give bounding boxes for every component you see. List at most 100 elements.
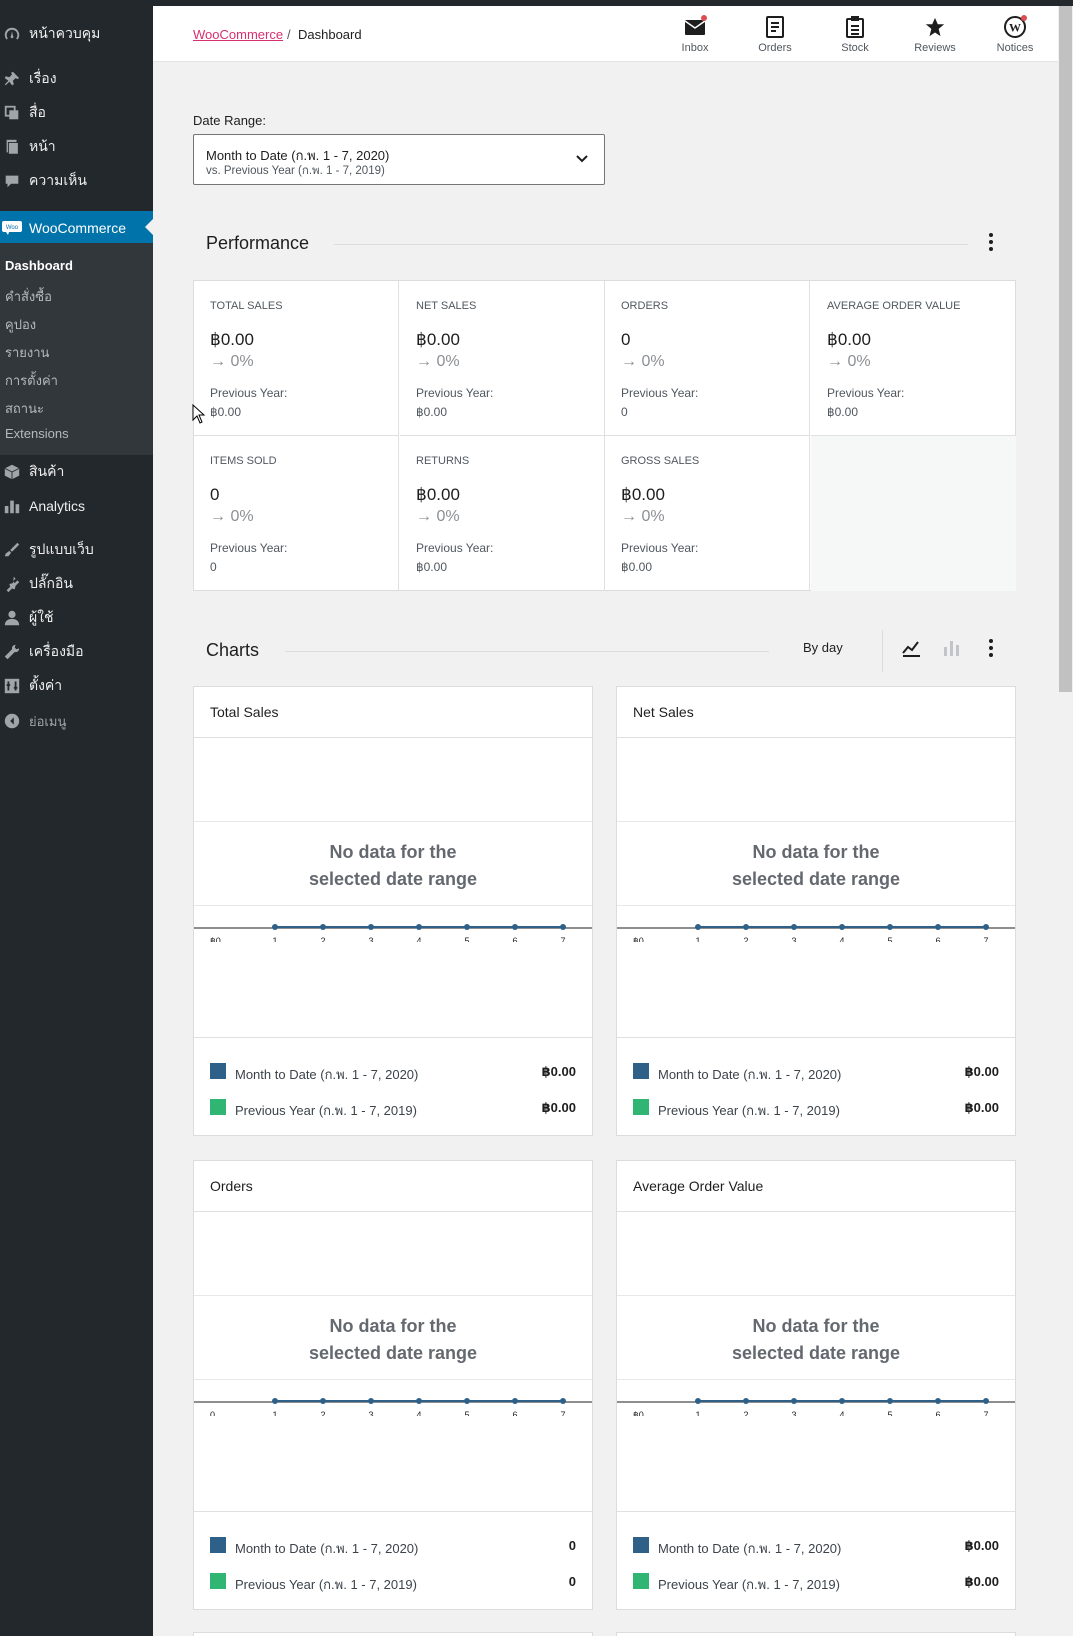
legend-swatch bbox=[210, 1537, 226, 1553]
data-point[interactable] bbox=[887, 924, 893, 930]
data-point[interactable] bbox=[887, 1398, 893, 1404]
sidebar-item-users[interactable]: ผู้ใช้ bbox=[0, 605, 153, 631]
data-point[interactable] bbox=[695, 1398, 701, 1404]
data-point[interactable] bbox=[983, 924, 989, 930]
submenu-status[interactable]: สถานะ bbox=[5, 398, 44, 419]
sidebar-item-woocommerce[interactable]: Woo WooCommerce bbox=[0, 211, 153, 244]
data-point[interactable] bbox=[368, 924, 374, 930]
metric-net-sales[interactable]: Net Sales ฿0.00 → 0% Previous Year: ฿0.0… bbox=[400, 281, 605, 436]
data-point[interactable] bbox=[791, 1398, 797, 1404]
sidebar-item-settings[interactable]: ตั้งค่า bbox=[0, 673, 153, 699]
x-tick-label: 5 bbox=[464, 936, 469, 942]
charts-divider bbox=[285, 651, 769, 652]
reviews-button[interactable]: Reviews bbox=[900, 15, 970, 57]
data-point[interactable] bbox=[416, 924, 422, 930]
inbox-button[interactable]: Inbox bbox=[660, 15, 730, 57]
date-range-label: Date Range: bbox=[193, 113, 266, 128]
submenu-extensions[interactable]: Extensions bbox=[5, 426, 69, 441]
performance-menu-button[interactable] bbox=[979, 232, 1003, 256]
orders-button[interactable]: Orders bbox=[740, 15, 810, 57]
chart-title: Total Sales bbox=[210, 704, 279, 720]
charts-title: Charts bbox=[206, 640, 260, 660]
metric-orders[interactable]: Orders 0 → 0% Previous Year: 0 bbox=[605, 281, 810, 436]
data-point[interactable] bbox=[416, 1398, 422, 1404]
legend-current-period[interactable]: Month to Date (ก.พ. 1 - 7, 2020) ฿0.00 bbox=[633, 1061, 999, 1082]
legend-previous-period[interactable]: Previous Year (ก.พ. 1 - 7, 2019) ฿0.00 bbox=[210, 1097, 576, 1118]
legend-previous-period[interactable]: Previous Year (ก.พ. 1 - 7, 2019) ฿0.00 bbox=[633, 1571, 999, 1592]
data-point[interactable] bbox=[839, 924, 845, 930]
chart-card-average-order-value: Average Order Value No data for the selec… bbox=[616, 1160, 1016, 1610]
sidebar-item-pages[interactable]: หน้า bbox=[0, 134, 153, 160]
notices-button[interactable]: W Notices bbox=[980, 15, 1050, 57]
sidebar-item-tools[interactable]: เครื่องมือ bbox=[0, 639, 153, 665]
data-point[interactable] bbox=[935, 1398, 941, 1404]
legend-swatch bbox=[633, 1063, 649, 1079]
sidebar-item-products[interactable]: สินค้า bbox=[0, 459, 153, 485]
submenu-settings[interactable]: การตั้งค่า bbox=[5, 370, 58, 391]
sidebar-item-media[interactable]: สื่อ bbox=[0, 100, 153, 126]
legend-current-period[interactable]: Month to Date (ก.พ. 1 - 7, 2020) ฿0.00 bbox=[633, 1535, 999, 1556]
metric-average-order-value[interactable]: Average Order Value ฿0.00 → 0% Previous … bbox=[811, 281, 1016, 436]
bar-chart-toggle-button[interactable] bbox=[939, 638, 963, 662]
data-point[interactable] bbox=[512, 924, 518, 930]
line-chart-toggle-button[interactable] bbox=[899, 638, 923, 662]
data-point[interactable] bbox=[743, 924, 749, 930]
metric-gross-sales[interactable]: Gross Sales ฿0.00 → 0% Previous Year: ฿0… bbox=[605, 436, 810, 591]
data-point[interactable] bbox=[464, 1398, 470, 1404]
sidebar-item-analytics[interactable]: Analytics bbox=[0, 493, 153, 519]
data-point[interactable] bbox=[272, 1398, 278, 1404]
submenu-orders[interactable]: คำสั่งซื้อ bbox=[5, 286, 52, 307]
legend-current-period[interactable]: Month to Date (ก.พ. 1 - 7, 2020) ฿0.00 bbox=[210, 1061, 576, 1082]
sidebar-item-dashboard[interactable]: หน้าควบคุม bbox=[0, 21, 153, 47]
submenu-dashboard[interactable]: Dashboard bbox=[5, 258, 73, 273]
date-range-picker[interactable]: Month to Date (ก.พ. 1 - 7, 2020) vs. Pre… bbox=[193, 134, 605, 185]
chart-card-stub bbox=[616, 1632, 1016, 1636]
y-axis-label: ฿0 bbox=[633, 936, 644, 942]
legend-swatch bbox=[633, 1099, 649, 1115]
legend-swatch bbox=[210, 1099, 226, 1115]
submenu-reports[interactable]: รายงาน bbox=[5, 342, 49, 363]
woocommerce-submenu: Dashboard คำสั่งซื้อ คูปอง รายงาน การตั้… bbox=[0, 243, 153, 455]
data-point[interactable] bbox=[272, 924, 278, 930]
settings-icon bbox=[2, 676, 22, 696]
mouse-cursor-icon bbox=[192, 403, 206, 429]
legend-current-period[interactable]: Month to Date (ก.พ. 1 - 7, 2020) 0 bbox=[210, 1535, 576, 1556]
metric-total-sales[interactable]: Total Sales ฿0.00 → 0% Previous Year: ฿0… bbox=[194, 281, 399, 436]
data-point[interactable] bbox=[560, 924, 566, 930]
scrollbar-thumb[interactable] bbox=[1059, 6, 1072, 692]
data-point[interactable] bbox=[839, 1398, 845, 1404]
data-point[interactable] bbox=[791, 924, 797, 930]
chart-title: Average Order Value bbox=[633, 1178, 764, 1194]
data-point[interactable] bbox=[935, 924, 941, 930]
sidebar-item-appearance[interactable]: รูปแบบเว็บ bbox=[0, 537, 153, 563]
sidebar-item-posts[interactable]: เรื่อง bbox=[0, 66, 153, 92]
data-point[interactable] bbox=[983, 1398, 989, 1404]
legend-previous-period[interactable]: Previous Year (ก.พ. 1 - 7, 2019) 0 bbox=[210, 1571, 576, 1592]
interval-select[interactable]: By day bbox=[803, 640, 843, 655]
sidebar-item-plugins[interactable]: ปลั๊กอิน bbox=[0, 571, 153, 597]
chart-axis: ฿01234567Feb 2020 bbox=[194, 924, 592, 942]
data-point[interactable] bbox=[320, 924, 326, 930]
breadcrumb-woocommerce-link[interactable]: WooCommerce bbox=[193, 27, 283, 42]
y-axis-label: 0 bbox=[210, 1410, 215, 1416]
stock-button[interactable]: Stock bbox=[820, 15, 890, 57]
data-point[interactable] bbox=[464, 924, 470, 930]
plugin-icon bbox=[2, 574, 22, 594]
sidebar-collapse-menu[interactable]: ย่อเมนู bbox=[0, 708, 153, 734]
data-point[interactable] bbox=[560, 1398, 566, 1404]
inbox-notification-dot bbox=[701, 15, 707, 21]
x-tick-label: 1 bbox=[695, 1410, 700, 1416]
charts-menu-button[interactable] bbox=[979, 638, 1003, 662]
chart-controls-separator bbox=[882, 630, 883, 672]
data-point[interactable] bbox=[320, 1398, 326, 1404]
data-point[interactable] bbox=[743, 1398, 749, 1404]
sidebar-item-comments[interactable]: ความเห็น bbox=[0, 168, 153, 194]
data-point[interactable] bbox=[368, 1398, 374, 1404]
data-point[interactable] bbox=[512, 1398, 518, 1404]
data-point[interactable] bbox=[695, 924, 701, 930]
chart-header-divider bbox=[617, 1211, 1015, 1212]
metric-returns[interactable]: Returns ฿0.00 → 0% Previous Year: ฿0.00 bbox=[400, 436, 605, 591]
metric-items-sold[interactable]: Items Sold 0 → 0% Previous Year: 0 bbox=[194, 436, 399, 591]
legend-previous-period[interactable]: Previous Year (ก.พ. 1 - 7, 2019) ฿0.00 bbox=[633, 1097, 999, 1118]
submenu-coupons[interactable]: คูปอง bbox=[5, 314, 36, 335]
